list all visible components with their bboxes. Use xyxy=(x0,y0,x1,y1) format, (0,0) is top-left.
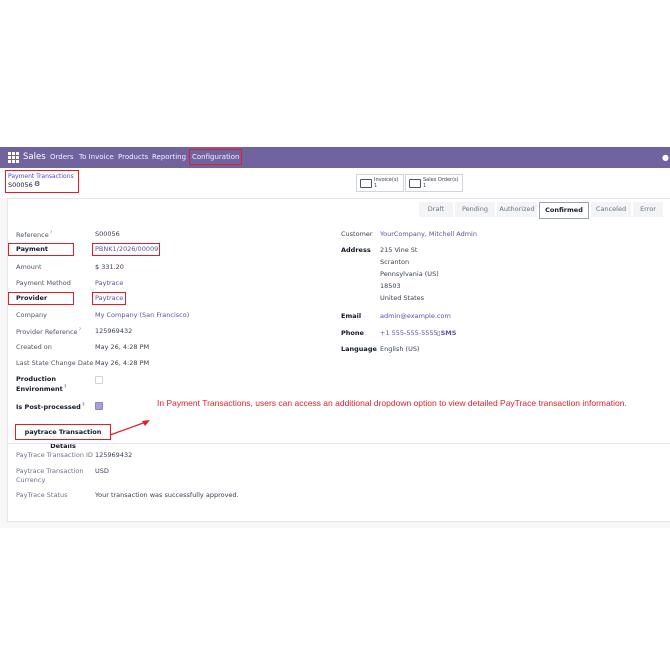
created-on-label: Created on xyxy=(16,343,52,351)
provider-link[interactable]: Paytrace xyxy=(95,294,123,302)
is-post-processed-label: Is Post-processed ? xyxy=(16,402,85,412)
apps-menu-icon[interactable] xyxy=(8,152,19,163)
production-environment-label-2: Environment ? xyxy=(16,384,67,394)
annotation-text: In Payment Transactions, users can acces… xyxy=(157,398,627,408)
email-label: Email xyxy=(341,312,362,320)
sales-order-icon xyxy=(409,179,421,188)
stage-draft[interactable]: Draft xyxy=(419,202,453,217)
nav-to-invoice[interactable]: To Invoice xyxy=(79,147,114,168)
customer-link[interactable]: YourCompany, Mitchell Admin xyxy=(380,230,477,238)
address-label: Address xyxy=(341,246,371,254)
created-on-value: May 26, 4:28 PM xyxy=(95,343,150,351)
paytrace-currency-label-2: Currency xyxy=(16,476,46,484)
reference-value: S00056 xyxy=(95,230,120,238)
customer-label: Customer xyxy=(341,230,373,238)
provider-reference-label: Provider Reference ? xyxy=(16,327,81,337)
payment-label: Payment xyxy=(16,245,48,253)
invoices-smart-button[interactable]: Invoice(s) 1 xyxy=(356,174,404,192)
control-panel xyxy=(0,168,670,199)
tab-paytrace-transaction-details[interactable]: paytrace Transaction Details xyxy=(15,424,111,450)
reference-label: Reference ? xyxy=(16,230,53,240)
address-line-5: United States xyxy=(380,294,425,302)
paytrace-currency-label: Paytrace Transaction xyxy=(16,467,84,475)
paytrace-id-value: 125969432 xyxy=(95,451,133,459)
company-label: Company xyxy=(16,311,47,319)
paytrace-status-label: PayTrace Status xyxy=(16,491,68,499)
address-line-3: Pennsylvania (US) xyxy=(380,270,439,278)
invoice-icon xyxy=(360,179,372,188)
sms-button[interactable]: ▯SMS xyxy=(437,329,456,337)
address-line-1: 215 Vine St xyxy=(380,246,418,254)
breadcrumb-parent[interactable]: Payment Transactions xyxy=(8,173,74,180)
production-environment-checkbox[interactable] xyxy=(95,376,103,384)
nav-reporting[interactable]: Reporting xyxy=(152,147,186,168)
breadcrumb: Payment Transactions S00056 ⚙ xyxy=(5,170,79,193)
provider-reference-value: 125969432 xyxy=(95,327,133,335)
last-state-change-label: Last State Change Date xyxy=(16,359,94,367)
production-environment-label: Production xyxy=(16,375,56,383)
provider-label: Provider xyxy=(16,294,48,302)
amount-value: $ 331.20 xyxy=(95,263,124,271)
last-state-change-value: May 26, 4:28 PM xyxy=(95,359,150,367)
amount-label: Amount xyxy=(16,263,42,271)
language-value: English (US) xyxy=(380,345,420,353)
top-navbar: Sales Orders To Invoice Products Reporti… xyxy=(0,147,670,168)
gear-icon[interactable]: ⚙ xyxy=(34,180,40,188)
phone-link[interactable]: +1 555-555-5555 xyxy=(380,329,438,337)
payment-link[interactable]: PBNK1/2026/00009 xyxy=(95,245,158,253)
record-name: S00056 xyxy=(8,181,33,189)
tab-separator xyxy=(8,443,670,444)
chat-icon[interactable]: ● xyxy=(662,147,669,168)
nav-orders[interactable]: Orders xyxy=(50,147,74,168)
address-line-2: Scranton xyxy=(380,258,410,266)
sales-orders-smart-button[interactable]: Sales Order(s) 1 xyxy=(405,174,463,192)
annotation-arrow xyxy=(109,420,150,436)
stage-canceled[interactable]: Canceled xyxy=(591,202,631,217)
paytrace-id-label: PayTrace Transaction ID xyxy=(16,451,93,459)
nav-configuration[interactable]: Configuration xyxy=(188,149,243,165)
language-label: Language xyxy=(341,345,377,353)
email-link[interactable]: admin@example.com xyxy=(380,312,451,320)
stage-confirmed[interactable]: Confirmed xyxy=(539,202,589,219)
company-link[interactable]: My Company (San Francisco) xyxy=(95,311,189,319)
payment-method-label: Payment Method xyxy=(16,279,71,287)
paytrace-status-value: Your transaction was successfully approv… xyxy=(95,491,239,499)
app-name[interactable]: Sales xyxy=(23,147,46,168)
address-line-4: 18503 xyxy=(380,282,401,290)
is-post-processed-checkbox[interactable] xyxy=(95,402,103,410)
nav-products[interactable]: Products xyxy=(118,147,148,168)
payment-method-link[interactable]: Paytrace xyxy=(95,279,123,287)
stage-authorized[interactable]: Authorized xyxy=(497,202,537,217)
stage-pending[interactable]: Pending xyxy=(455,202,495,217)
phone-label: Phone xyxy=(341,329,364,337)
stage-error[interactable]: Error xyxy=(633,202,663,217)
paytrace-currency-value: USD xyxy=(95,467,109,475)
